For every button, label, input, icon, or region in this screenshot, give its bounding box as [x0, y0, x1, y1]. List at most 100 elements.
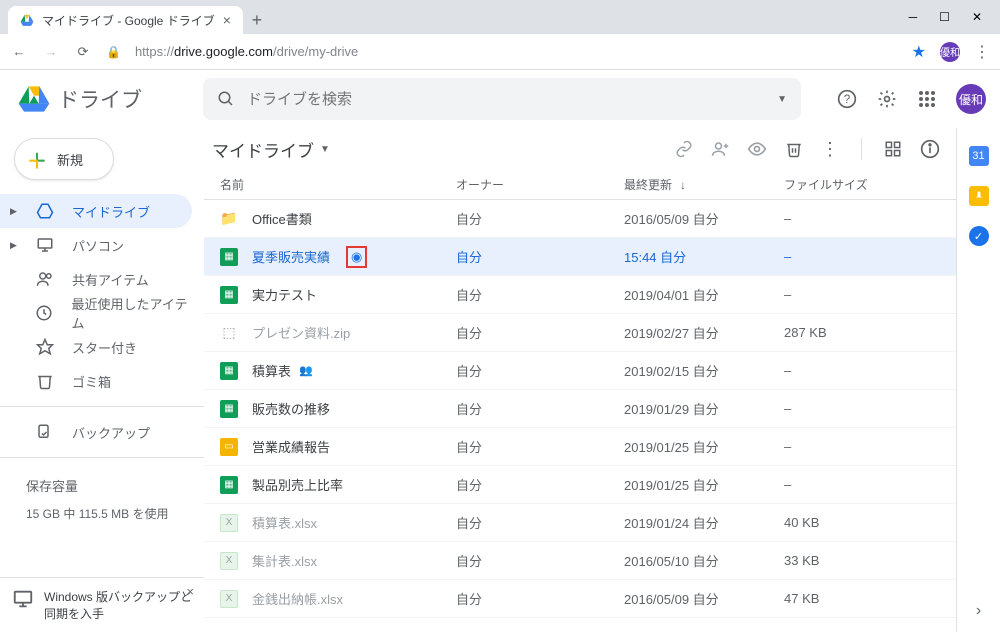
breadcrumb[interactable]: マイドライブ ▼ [212, 137, 330, 162]
sidebar-item-star[interactable]: スター付き [0, 330, 192, 364]
settings-gear-icon[interactable] [876, 88, 898, 110]
url-text[interactable]: https://drive.google.com/drive/my-drive [135, 44, 898, 59]
search-dropdown-icon[interactable]: ▼ [777, 94, 787, 105]
sidebar-item-people[interactable]: 共有アイテム [0, 262, 192, 296]
sidebar-item-clock[interactable]: 最近使用したアイテム [0, 296, 192, 330]
computer-icon [36, 236, 54, 254]
folder-icon: 📁 [220, 210, 238, 228]
more-icon[interactable]: ⋮ [821, 139, 839, 160]
zip-icon: ⬚ [220, 324, 238, 342]
file-row[interactable]: ▦販売数の推移 自分 2019/01/29 自分 – [204, 390, 956, 428]
file-owner: 自分 [456, 589, 624, 608]
close-window-icon[interactable]: ✕ [972, 10, 982, 24]
preview-eye-icon[interactable] [747, 139, 767, 159]
file-row[interactable]: X集計表.xlsx 自分 2016/05/10 自分 33 KB [204, 542, 956, 580]
sidebar: ＋ 新規 ▶マイドライブ▶パソコン共有アイテム最近使用したアイテムスター付きゴミ… [0, 128, 204, 632]
reload-icon[interactable]: ⟳ [74, 44, 92, 60]
sidebar-item-computer[interactable]: ▶パソコン [0, 228, 192, 262]
file-owner: 自分 [456, 399, 624, 418]
sidebar-item-trash[interactable]: ゴミ箱 [0, 364, 192, 398]
col-owner[interactable]: オーナー [456, 176, 624, 193]
file-owner: 自分 [456, 551, 624, 570]
file-size: – [784, 401, 940, 416]
apps-grid-icon[interactable] [916, 88, 938, 110]
file-row[interactable]: ▦積算表👥 自分 2019/02/15 自分 – [204, 352, 956, 390]
file-size: 287 KB [784, 325, 940, 340]
minimize-icon[interactable]: ─ [909, 10, 918, 24]
file-modified: 2016/05/09 自分 [624, 589, 784, 608]
file-row[interactable]: ▭営業成績報告 自分 2019/01/25 自分 – [204, 428, 956, 466]
sidebar-item-label: パソコン [72, 236, 124, 255]
search-input[interactable] [247, 91, 765, 108]
file-owner: 自分 [456, 361, 624, 380]
new-button[interactable]: ＋ 新規 [14, 138, 114, 180]
lock-icon[interactable]: 🔒 [106, 45, 121, 59]
forward-icon[interactable]: → [42, 44, 60, 59]
keep-icon[interactable] [969, 186, 989, 206]
file-modified: 2019/04/01 自分 [624, 285, 784, 304]
file-name: 実力テスト [252, 285, 317, 304]
help-icon[interactable]: ? [836, 88, 858, 110]
clock-icon [35, 304, 53, 322]
sidebar-item-drive[interactable]: ▶マイドライブ [0, 194, 192, 228]
file-owner: 自分 [456, 437, 624, 456]
bookmark-star-icon[interactable]: ★ [912, 42, 926, 62]
file-row[interactable]: ▦夏季販売実績◉ 自分 15:44 自分 – [204, 238, 956, 276]
promo-text: Windows 版バックアップと同期を入手 [44, 588, 192, 622]
file-modified: 2019/02/15 自分 [624, 361, 784, 380]
storage-label: 保存容量 [26, 476, 186, 495]
close-promo-icon[interactable]: × [186, 584, 194, 599]
sidebar-item-label: マイドライブ [72, 202, 150, 221]
file-size: – [784, 249, 940, 264]
file-name: 製品別売上比率 [252, 475, 343, 494]
chevron-down-icon: ▼ [320, 144, 330, 155]
file-row[interactable]: X積算表.xlsx 自分 2019/01/24 自分 40 KB [204, 504, 956, 542]
profile-avatar-small[interactable]: 優和 [940, 42, 960, 62]
highlight-box: ◉ [346, 246, 367, 268]
file-list: 📁Office書類 自分 2016/05/09 自分 – ▦夏季販売実績◉ 自分… [204, 200, 956, 632]
file-name: Office書類 [252, 209, 312, 228]
file-row[interactable]: 📁Office書類 自分 2016/05/09 自分 – [204, 200, 956, 238]
new-button-label: 新規 [57, 150, 83, 169]
col-name[interactable]: 名前 [220, 176, 456, 193]
file-name: 夏季販売実績 [252, 247, 330, 266]
excel-icon: X [220, 590, 238, 608]
drive-logo[interactable]: ドライブ [18, 84, 203, 114]
close-tab-icon[interactable]: × [223, 12, 231, 28]
back-icon[interactable]: ← [10, 44, 28, 59]
trash-icon [36, 372, 54, 390]
link-icon[interactable] [675, 140, 693, 158]
trash-icon[interactable] [785, 140, 803, 158]
file-row[interactable]: X金銭出納帳.xlsx 自分 2016/05/09 自分 47 KB [204, 580, 956, 618]
sidebar-item-backup[interactable]: バックアップ [0, 415, 192, 449]
calendar-icon[interactable]: 31 [969, 146, 989, 166]
sidebar-item-label: 最近使用したアイテム [71, 294, 192, 332]
sidebar-item-label: ゴミ箱 [72, 372, 111, 391]
file-row[interactable]: ▦実力テスト 自分 2019/04/01 自分 – [204, 276, 956, 314]
file-row[interactable]: ▦製品別売上比率 自分 2019/01/25 自分 – [204, 466, 956, 504]
share-person-icon[interactable] [711, 140, 729, 158]
file-owner: 自分 [456, 247, 624, 266]
file-modified: 2019/01/24 自分 [624, 513, 784, 532]
search-box[interactable]: ▼ [203, 78, 801, 120]
browser-menu-icon[interactable]: ⋮ [974, 42, 990, 62]
tasks-icon[interactable]: ✓ [969, 226, 989, 246]
file-owner: 自分 [456, 209, 624, 228]
file-row[interactable]: ⬚プレゼン資料.zip 自分 2019/02/27 自分 287 KB [204, 314, 956, 352]
col-size[interactable]: ファイルサイズ [784, 176, 940, 193]
people-icon [36, 270, 54, 288]
storage-section[interactable]: 保存容量 15 GB 中 115.5 MB を使用 [0, 466, 204, 522]
backup-promo[interactable]: Windows 版バックアップと同期を入手 × [0, 577, 204, 632]
profile-avatar[interactable]: 優和 [956, 84, 986, 114]
maximize-icon[interactable]: ☐ [939, 10, 950, 24]
grid-view-icon[interactable] [884, 140, 902, 158]
file-owner: 自分 [456, 475, 624, 494]
info-icon[interactable] [920, 139, 940, 159]
browser-tab[interactable]: マイドライブ - Google ドライブ × [8, 6, 243, 34]
window-controls: ─ ☐ ✕ [891, 0, 1000, 34]
new-tab-button[interactable]: + [243, 6, 271, 34]
chevron-right-icon[interactable]: › [976, 602, 981, 620]
svg-text:?: ? [844, 93, 851, 106]
col-modified[interactable]: 最終更新↓ [624, 176, 784, 193]
file-size: 40 KB [784, 515, 940, 530]
